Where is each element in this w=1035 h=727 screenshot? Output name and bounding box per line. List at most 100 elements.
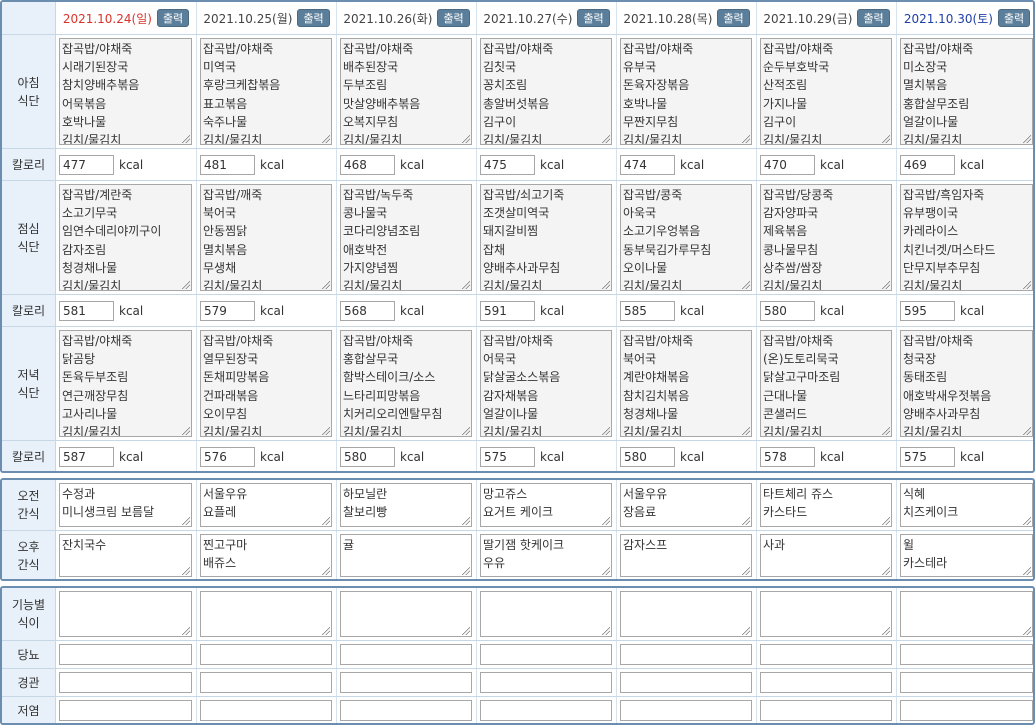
am-snack-textarea[interactable]: 타트체리 쥬스 카스타드 (760, 483, 892, 527)
resize-grip-icon[interactable] (462, 517, 470, 525)
pm-snack-textarea[interactable]: 윌 카스테라 (900, 534, 1033, 577)
dinner-textarea[interactable]: 잡곡밥/야채죽 어묵국 닭살굴소스볶음 감자채볶음 얼갈이나물 김치/물김치 (480, 330, 612, 437)
tube-feeding-input[interactable] (59, 672, 192, 693)
diabetic-diet-input[interactable] (200, 644, 332, 665)
resize-grip-icon[interactable] (602, 627, 610, 635)
tube-feeding-input[interactable] (620, 672, 752, 693)
functional-diet-textarea[interactable] (900, 591, 1033, 637)
breakfast-textarea[interactable]: 잡곡밥/야채죽 미소장국 멸치볶음 홍합살무조림 얼갈이나물 김치/물김치 (900, 38, 1033, 145)
tube-feeding-input[interactable] (200, 672, 332, 693)
pm-snack-textarea[interactable]: 감자스프 (620, 534, 752, 577)
calorie-input[interactable] (760, 300, 815, 321)
diabetic-diet-input[interactable] (760, 644, 892, 665)
calorie-input[interactable] (900, 446, 955, 467)
diabetic-diet-input[interactable] (900, 644, 1033, 665)
print-button[interactable]: 출력 (717, 9, 750, 27)
resize-grip-icon[interactable] (882, 517, 890, 525)
calorie-input[interactable] (620, 446, 675, 467)
resize-grip-icon[interactable] (882, 427, 890, 435)
am-snack-textarea[interactable]: 수정과 미니생크림 보름달 (59, 483, 192, 527)
breakfast-textarea[interactable]: 잡곡밥/야채죽 시래기된장국 참치양배추볶음 어묵볶음 호박나물 김치/물김치 (59, 38, 192, 145)
resize-grip-icon[interactable] (1023, 427, 1031, 435)
resize-grip-icon[interactable] (182, 281, 190, 289)
resize-grip-icon[interactable] (462, 627, 470, 635)
resize-grip-icon[interactable] (602, 567, 610, 575)
resize-grip-icon[interactable] (1023, 627, 1031, 635)
calorie-input[interactable] (200, 154, 255, 175)
resize-grip-icon[interactable] (602, 135, 610, 143)
resize-grip-icon[interactable] (882, 135, 890, 143)
tube-feeding-input[interactable] (900, 672, 1033, 693)
dinner-textarea[interactable]: 잡곡밥/야채죽 열무된장국 돈채피망볶음 건파래볶음 오이무침 김치/물김치 (200, 330, 332, 437)
resize-grip-icon[interactable] (322, 567, 330, 575)
lunch-textarea[interactable]: 잡곡밥/콩죽 아욱국 소고기우엉볶음 동부묵김가루무침 오이나물 김치/물김치 (620, 184, 752, 291)
print-button[interactable]: 출력 (997, 9, 1031, 27)
breakfast-textarea[interactable]: 잡곡밥/야채죽 유부국 돈육자장볶음 호박나물 무짠지무침 김치/물김치 (620, 38, 752, 145)
print-button[interactable]: 출력 (437, 9, 470, 27)
dinner-textarea[interactable]: 잡곡밥/야채죽 청국장 동태조림 애호박새우젓볶음 양배추사과무침 김치/물김치 (900, 330, 1033, 437)
calorie-input[interactable] (340, 300, 395, 321)
tube-feeding-input[interactable] (480, 672, 612, 693)
lunch-textarea[interactable]: 잡곡밥/흑임자죽 유부팽이국 카레라이스 치킨너겟/머스타드 단무지부추무침 김… (900, 184, 1033, 291)
diabetic-diet-input[interactable] (620, 644, 752, 665)
resize-grip-icon[interactable] (462, 427, 470, 435)
functional-diet-textarea[interactable] (480, 591, 612, 637)
calorie-input[interactable] (480, 446, 535, 467)
low-salt-diet-input[interactable] (480, 700, 612, 721)
dinner-textarea[interactable]: 잡곡밥/야채죽 (온)도토리묵국 닭살고구마조림 근대나물 콘샐러드 김치/물김… (760, 330, 892, 437)
functional-diet-textarea[interactable] (760, 591, 892, 637)
resize-grip-icon[interactable] (322, 135, 330, 143)
resize-grip-icon[interactable] (182, 135, 190, 143)
resize-grip-icon[interactable] (182, 627, 190, 635)
resize-grip-icon[interactable] (742, 427, 750, 435)
resize-grip-icon[interactable] (602, 281, 610, 289)
dinner-textarea[interactable]: 잡곡밥/야채죽 홍합살무국 함박스테이크/소스 느타리피망볶음 치커리오리엔탈무… (340, 330, 472, 437)
resize-grip-icon[interactable] (742, 135, 750, 143)
breakfast-textarea[interactable]: 잡곡밥/야채죽 미역국 후랑크케찹볶음 표고볶음 숙주나물 김치/물김치 (200, 38, 332, 145)
resize-grip-icon[interactable] (602, 517, 610, 525)
breakfast-textarea[interactable]: 잡곡밥/야채죽 김칫국 꽁치조림 총알버섯볶음 김구이 김치/물김치 (480, 38, 612, 145)
resize-grip-icon[interactable] (882, 627, 890, 635)
calorie-input[interactable] (59, 446, 114, 467)
calorie-input[interactable] (760, 154, 815, 175)
diabetic-diet-input[interactable] (59, 644, 192, 665)
functional-diet-textarea[interactable] (620, 591, 752, 637)
low-salt-diet-input[interactable] (340, 700, 472, 721)
print-button[interactable]: 출력 (156, 9, 190, 27)
diabetic-diet-input[interactable] (480, 644, 612, 665)
diabetic-diet-input[interactable] (340, 644, 472, 665)
resize-grip-icon[interactable] (882, 567, 890, 575)
calorie-input[interactable] (340, 446, 395, 467)
resize-grip-icon[interactable] (462, 567, 470, 575)
print-button[interactable]: 출력 (857, 9, 890, 27)
calorie-input[interactable] (620, 300, 675, 321)
calorie-input[interactable] (480, 154, 535, 175)
lunch-textarea[interactable]: 잡곡밥/계란죽 소고기무국 임연수데리야끼구이 감자조림 청경채나물 김치/물김… (59, 184, 192, 291)
calorie-input[interactable] (480, 300, 535, 321)
resize-grip-icon[interactable] (462, 281, 470, 289)
pm-snack-textarea[interactable]: 사과 (760, 534, 892, 577)
resize-grip-icon[interactable] (1023, 517, 1031, 525)
low-salt-diet-input[interactable] (200, 700, 332, 721)
functional-diet-textarea[interactable] (200, 591, 332, 637)
dinner-textarea[interactable]: 잡곡밥/야채죽 닭곰탕 돈육두부조림 연근깨장무침 고사리나물 김치/물김치 (59, 330, 192, 437)
pm-snack-textarea[interactable]: 귤 (340, 534, 472, 577)
am-snack-textarea[interactable]: 서울우유 요플레 (200, 483, 332, 527)
calorie-input[interactable] (620, 154, 675, 175)
resize-grip-icon[interactable] (742, 517, 750, 525)
resize-grip-icon[interactable] (742, 627, 750, 635)
resize-grip-icon[interactable] (322, 281, 330, 289)
resize-grip-icon[interactable] (182, 517, 190, 525)
low-salt-diet-input[interactable] (620, 700, 752, 721)
lunch-textarea[interactable]: 잡곡밥/쇠고기죽 조갯살미역국 돼지갈비찜 잡채 양배추사과무침 김치/물김치 (480, 184, 612, 291)
am-snack-textarea[interactable]: 식혜 치즈케이크 (900, 483, 1033, 527)
functional-diet-textarea[interactable] (59, 591, 192, 637)
calorie-input[interactable] (900, 154, 955, 175)
resize-grip-icon[interactable] (182, 427, 190, 435)
am-snack-textarea[interactable]: 망고쥬스 요거트 케이크 (480, 483, 612, 527)
calorie-input[interactable] (340, 154, 395, 175)
resize-grip-icon[interactable] (322, 427, 330, 435)
resize-grip-icon[interactable] (1023, 567, 1031, 575)
calorie-input[interactable] (59, 300, 114, 321)
calorie-input[interactable] (200, 300, 255, 321)
